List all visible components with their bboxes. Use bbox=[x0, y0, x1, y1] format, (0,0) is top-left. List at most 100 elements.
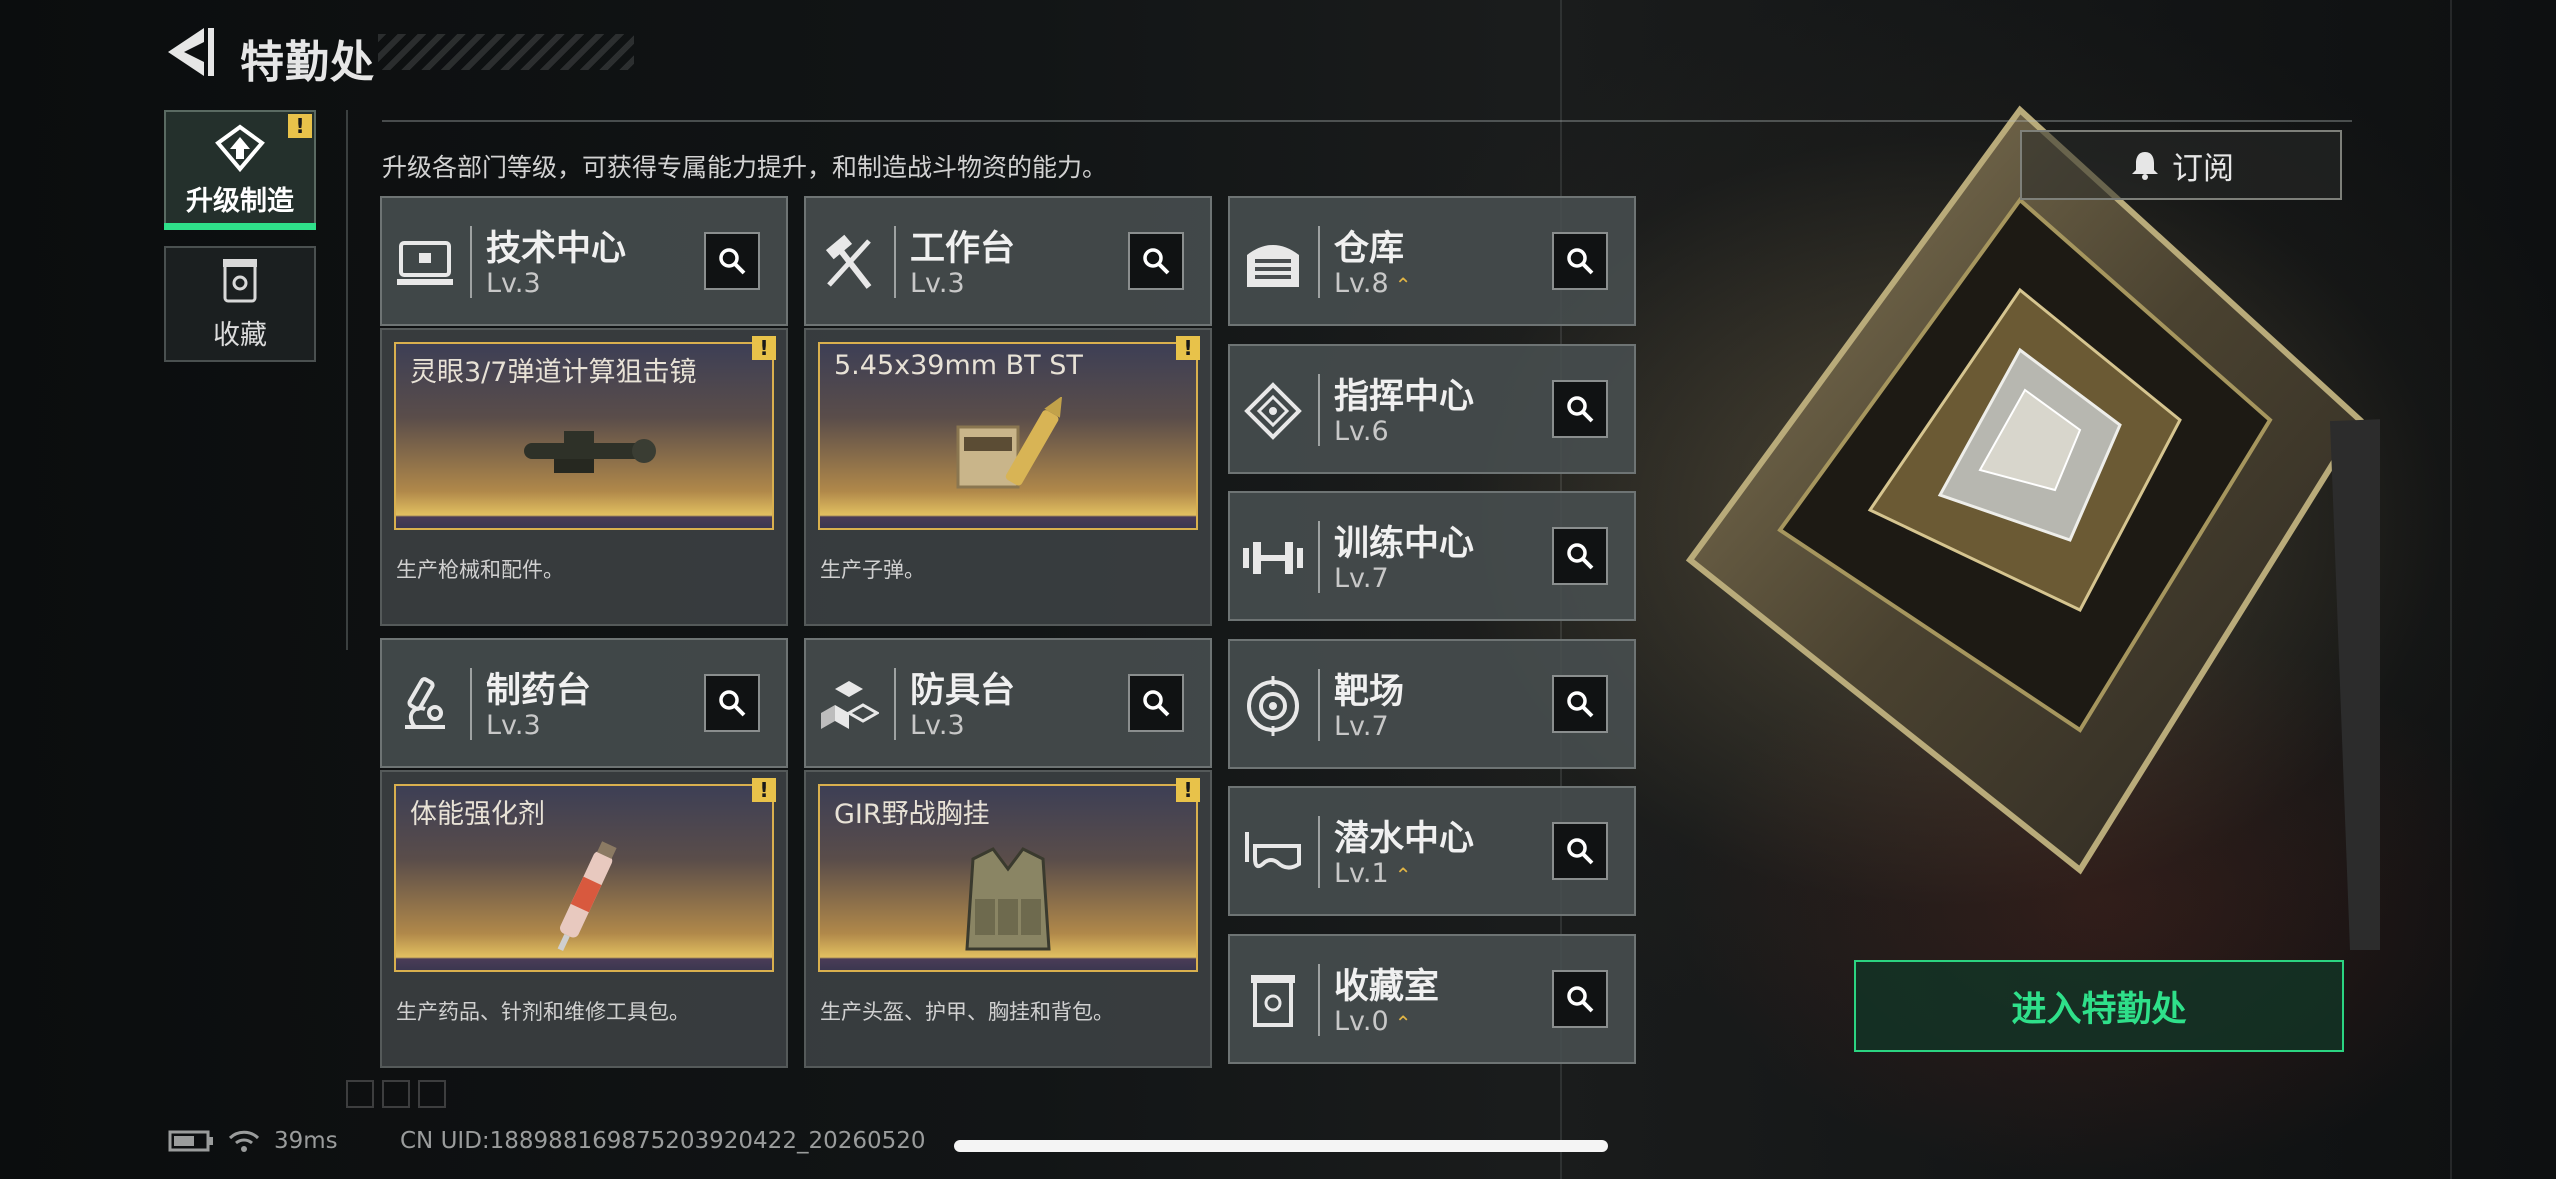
search-icon bbox=[1567, 690, 1594, 717]
search-icon bbox=[1567, 543, 1594, 570]
production-panel[interactable]: 5.45x39mm BT ST ! 生产子弹。 bbox=[804, 328, 1212, 626]
inspect-button[interactable] bbox=[704, 674, 760, 732]
divider bbox=[382, 120, 2352, 122]
separator bbox=[1318, 226, 1320, 298]
department-level: Lv.3 bbox=[910, 710, 965, 741]
battery-icon bbox=[168, 1130, 213, 1152]
facility-level: Lv.6 bbox=[1334, 415, 1389, 447]
facility-level: Lv.8 ⌃ bbox=[1334, 268, 1412, 299]
department-name: 制药台 bbox=[486, 671, 592, 711]
upgrade-available-icon: ⌃ bbox=[1394, 863, 1412, 887]
department-level: Lv.3 bbox=[910, 268, 965, 299]
upgrade-icon bbox=[215, 124, 265, 172]
separator bbox=[470, 668, 472, 740]
separator bbox=[894, 226, 896, 298]
production-panel[interactable]: GIR野战胸挂 ! 生产头盔、护甲、胸挂和背包。 bbox=[804, 770, 1212, 1068]
facility-name: 靶场 bbox=[1334, 671, 1405, 712]
production-caption: 生产头盔、护甲、胸挂和背包。 bbox=[820, 1000, 1114, 1024]
separator bbox=[894, 668, 896, 740]
search-icon bbox=[1567, 395, 1594, 422]
facility-level: Lv.0 ⌃ bbox=[1334, 1005, 1412, 1037]
product-name: GIR野战胸挂 bbox=[834, 799, 990, 830]
inspect-button[interactable] bbox=[1552, 527, 1608, 585]
diving-mask-icon-svg bbox=[1245, 832, 1301, 870]
separator bbox=[470, 226, 472, 298]
alert-badge: ! bbox=[288, 114, 312, 138]
workbench-icon bbox=[814, 220, 884, 306]
search-icon bbox=[719, 690, 746, 717]
production-slot[interactable]: GIR野战胸挂 bbox=[818, 784, 1198, 972]
production-panel[interactable]: 体能强化剂 ! 生产药品、针剂和维修工具包。 bbox=[380, 770, 788, 1068]
target-icon-svg bbox=[1247, 675, 1299, 736]
page-title: 特勤处 bbox=[240, 37, 375, 88]
facility-name: 潜水中心 bbox=[1334, 819, 1475, 859]
search-icon bbox=[1567, 838, 1594, 865]
scope-icon bbox=[396, 394, 772, 520]
production-slot[interactable]: 5.45x39mm BT ST bbox=[818, 342, 1198, 530]
facility-card-command-center[interactable]: 指挥中心 Lv.6 bbox=[1228, 343, 1636, 474]
production-slot[interactable]: 灵眼3/7弹道计算狙击镜 bbox=[394, 342, 774, 530]
department-card-workbench[interactable]: 工作台 Lv.3 bbox=[804, 196, 1212, 326]
collection-icon bbox=[223, 258, 257, 302]
facility-level: Lv.7 bbox=[1334, 563, 1389, 594]
enter-special-ops-button[interactable]: 进入特勤处 bbox=[1854, 960, 2344, 1052]
inspect-button[interactable] bbox=[1128, 674, 1184, 732]
decor-square bbox=[418, 1080, 446, 1108]
decor-line bbox=[2450, 0, 2452, 1179]
page-description: 升级各部门等级，可获得专属能力提升，和制造战斗物资的能力。 bbox=[382, 153, 1108, 182]
facility-level: Lv.7 bbox=[1334, 710, 1389, 742]
product-name: 5.45x39mm BT ST bbox=[834, 350, 1083, 381]
target-icon bbox=[1238, 663, 1308, 749]
diving-mask-icon bbox=[1238, 810, 1308, 896]
upgrade-available-icon: ⌃ bbox=[1394, 273, 1412, 297]
facility-card-target[interactable]: 靶场 Lv.7 bbox=[1228, 638, 1636, 769]
department-level: Lv.3 bbox=[486, 268, 541, 299]
inspect-button[interactable] bbox=[1552, 232, 1608, 290]
search-icon bbox=[1143, 690, 1170, 717]
sidebar-item-upgrade-craft[interactable]: 升级制造 ! bbox=[164, 110, 316, 230]
inspect-button[interactable] bbox=[1128, 232, 1184, 290]
facility-card-collection[interactable]: 收藏室 Lv.0 ⌃ bbox=[1228, 933, 1636, 1064]
collection-icon bbox=[1238, 958, 1308, 1044]
department-name: 工作台 bbox=[910, 229, 1016, 269]
armor-bench-icon bbox=[814, 662, 884, 748]
separator bbox=[1318, 963, 1320, 1036]
department-card-tech-center[interactable]: 技术中心 Lv.3 bbox=[380, 196, 788, 326]
chest-rig-icon bbox=[820, 836, 1196, 962]
subscribe-button[interactable]: 订阅 bbox=[2020, 130, 2342, 200]
production-slot[interactable]: 体能强化剂 bbox=[394, 784, 774, 972]
back-button[interactable] bbox=[160, 22, 230, 82]
status-bar: 39ms bbox=[168, 1128, 338, 1154]
dumbbell-icon-svg bbox=[1243, 542, 1303, 574]
command-center-icon bbox=[1238, 368, 1308, 454]
home-indicator[interactable] bbox=[954, 1140, 1608, 1152]
inspect-button[interactable] bbox=[1552, 822, 1608, 880]
search-icon bbox=[1143, 248, 1170, 275]
alert-badge: ! bbox=[752, 778, 776, 802]
separator bbox=[1318, 668, 1320, 741]
sidebar-item-label: 收藏 bbox=[213, 319, 267, 351]
production-caption: 生产药品、针剂和维修工具包。 bbox=[396, 1000, 690, 1024]
dumbbell-icon bbox=[1238, 515, 1308, 601]
product-name: 灵眼3/7弹道计算狙击镜 bbox=[410, 357, 697, 388]
sidebar-item-collection[interactable]: 收藏 bbox=[164, 246, 316, 362]
separator bbox=[1318, 816, 1320, 888]
facility-name: 训练中心 bbox=[1334, 524, 1475, 564]
production-caption: 生产枪械和配件。 bbox=[396, 558, 564, 582]
alert-badge: ! bbox=[1176, 778, 1200, 802]
department-name: 防具台 bbox=[910, 671, 1016, 711]
department-name: 技术中心 bbox=[486, 229, 627, 269]
department-card-pharmacy[interactable]: 制药台 Lv.3 bbox=[380, 638, 788, 768]
sidebar-item-label: 升级制造 bbox=[186, 185, 294, 217]
inspect-button[interactable] bbox=[704, 232, 760, 290]
inspect-button[interactable] bbox=[1552, 969, 1608, 1028]
facility-card-dumbbell[interactable]: 训练中心 Lv.7 bbox=[1228, 491, 1636, 621]
facility-card-diving-mask[interactable]: 潜水中心 Lv.1 ⌃ bbox=[1228, 786, 1636, 916]
inspect-button[interactable] bbox=[1552, 379, 1608, 438]
facility-card-warehouse[interactable]: 仓库 Lv.8 ⌃ bbox=[1228, 196, 1636, 326]
production-panel[interactable]: 灵眼3/7弹道计算狙击镜 ! 生产枪械和配件。 bbox=[380, 328, 788, 626]
department-card-armor-bench[interactable]: 防具台 Lv.3 bbox=[804, 638, 1212, 768]
inspect-button[interactable] bbox=[1552, 674, 1608, 733]
uid-text: CN UID:188988169875203920422_20260520 bbox=[400, 1128, 926, 1154]
bell-icon bbox=[2132, 152, 2158, 180]
